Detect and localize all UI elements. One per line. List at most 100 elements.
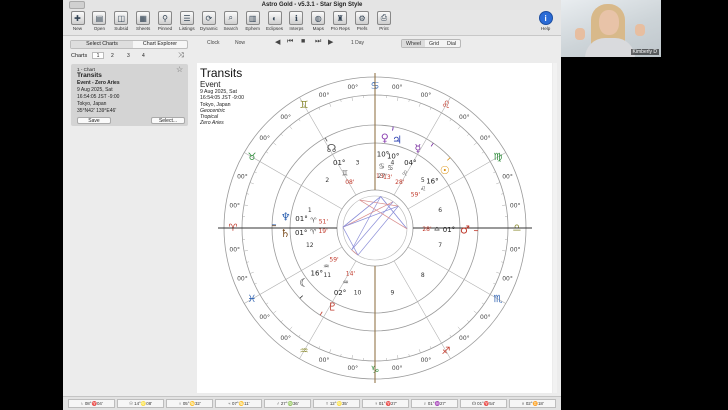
degree-tick [500,261,504,263]
toolbar-search-button[interactable]: ⌕ Search [220,11,241,31]
save-button[interactable]: Save [77,117,111,124]
sign-sagittarius-icon: ♐ [442,346,451,357]
toolbar-pro-reps-button[interactable]: ♜ Pro Reps [330,11,351,31]
toolbar-dynamic-button[interactable]: ⟳ Dynamic [198,11,219,31]
tab-select-charts[interactable]: Select Charts [71,41,133,48]
ephemeris-cell[interactable]: ☿ 12°♌35' [313,399,360,408]
star-icon[interactable]: ☆ [176,65,183,74]
vertical-scrollbar[interactable] [553,63,557,393]
chart-slot-2[interactable]: 2 [111,53,114,59]
participant-video: Kimberly D [561,0,661,57]
toolbar-open-button[interactable]: ▤ Open [89,11,110,31]
ephemeris-cell[interactable]: ♇ 01°♒27' [411,399,458,408]
skip-forward-button[interactable]: ⏭ [315,38,321,46]
toolbar-label: Ephem [245,26,260,31]
charts-label: Charts [71,53,88,59]
toolbar-sheets-button[interactable]: ▦ Sheets [133,11,154,31]
planet-saturn-sign: ♈ [310,228,317,236]
toolbar-label: Print [379,26,389,31]
step-forward-button[interactable]: ▶ [328,38,333,46]
title-bar: Astro Gold - v5.3.1 - Star Sign Style [63,0,561,10]
tab-wheel[interactable]: Wheel [402,40,426,47]
toolbar-ephem-button[interactable]: ▥ Ephem [242,11,263,31]
chart-card[interactable]: 1 - Chart Transits Event - Zero Aries 9 … [71,64,188,126]
chart-card-title: Transits [77,72,102,79]
house-number-2: 2 [325,177,329,184]
ephemeris-cell[interactable]: ☊ 01°♈54' [460,399,507,408]
cusp-degree-label: 00° [510,202,521,209]
planet-neptune-minutes: 51' [319,218,329,225]
chart-wheel[interactable]: ♈00°00°1♉00°00°2♊00°00°3♋00° 00°4♌00°00°5… [197,63,552,393]
planet-saturn-minutes: 19' [318,228,328,235]
planet-moon-icon: ☾ [299,277,309,290]
degree-tick [429,107,432,110]
cusp-degree-label: 00° [392,365,403,372]
ephemeris-cell[interactable]: ♄ 08°♈04' [68,399,115,408]
toolbar-maps-button[interactable]: ◍ Maps [308,11,329,31]
toolbar-interps-button[interactable]: ℹ Interps [286,11,307,31]
screen: Astro Gold - v5.3.1 - Star Sign Style ✚ N… [0,0,728,410]
planet-pluto-sign: ♒ [343,279,349,287]
planet-pluto-icon: ♇ [328,300,338,313]
toolbar-subsid-button[interactable]: ◫ Subsid [111,11,132,31]
ephemeris-cell[interactable]: ♀ 05°♋32' [166,399,213,408]
degree-tick [429,346,432,349]
toolbar-label: Dynamic [199,26,218,31]
sidebar-toggle-button[interactable] [69,1,85,9]
toolbar-help-button[interactable]: i Help [535,11,556,31]
toolbar-print-button[interactable]: ⎙ Print [373,11,394,31]
ephemeris-cell[interactable]: ☉ 14°♌08' [117,399,164,408]
sign-gemini-icon: ♊ [300,100,309,111]
tab-chart-explorer[interactable]: Chart Explorer [133,41,187,48]
sidebar-tabs: Select Charts Chart Explorer [70,40,188,49]
now-button[interactable]: Now [235,40,245,46]
clock-button[interactable]: Clock [207,40,220,46]
planet-tick [299,295,303,299]
planet-jupiter-sign: ♋ [387,164,393,172]
chart-slot-3[interactable]: 3 [127,53,130,59]
degree-tick [467,320,470,323]
interval-select[interactable]: 1 Day [351,40,364,46]
cusp-minute-label: 00° [421,357,432,364]
tab-grid[interactable]: Grid [425,40,443,47]
degree-tick [501,204,507,206]
degree-tick [265,302,269,305]
toolbar-label: Search [223,26,239,31]
planet-north-node-sign: ♊ [342,170,348,178]
toolbar-new-button[interactable]: ✚ New [67,11,88,31]
cusp-minute-label: 00° [280,335,291,342]
planet-moon-minutes: 59' [329,257,339,264]
interpretations-icon: ℹ [289,11,304,25]
chart-slot-1[interactable]: 1 [92,52,104,59]
planet-neptune-degree: 01° [295,215,307,223]
planet-north-node-degree: 01° [333,159,345,167]
degree-tick [481,302,485,305]
degree-tick [289,125,293,130]
planet-mars-degree: 01° [443,226,455,234]
participant-hand-left [575,28,585,40]
tab-dial[interactable]: Dial [443,40,460,47]
open-folder-icon: ▤ [92,11,107,25]
degree-tick [408,99,410,103]
toolbar-pinned-button[interactable]: ⚲ Pinned [155,11,176,31]
ephemeris-cell[interactable]: ♂ 27°♍36' [264,399,311,408]
toolbar-label: Subsid [114,26,129,31]
toolbar-prefs-button[interactable]: ⚙ Prefs [352,11,373,31]
toolbar-eclipses-button[interactable]: ◐ Eclipses [264,11,285,31]
ephemeris-cell[interactable]: ♃ 07°♋11' [215,399,262,408]
ephemeris-cell[interactable]: ♆ 01°♈27' [362,399,409,408]
shuffle-icon[interactable]: ⤨ [178,52,184,60]
toolbar-listings-button[interactable]: ☰ Listings [176,11,197,31]
window-title: Astro Gold - v5.3.1 - Star Sign Style [261,2,363,8]
degree-tick [500,193,504,195]
house-number-8: 8 [421,272,425,279]
help-icon: i [538,11,553,25]
degree-tick [351,354,353,360]
step-back-button[interactable]: ◀ [275,38,280,46]
chart-slot-4[interactable]: 4 [142,53,145,59]
select-chart-button[interactable]: Select... [151,117,185,124]
ephemeris-cell[interactable]: ♅ 02°♊18' [509,399,556,408]
skip-back-button[interactable]: ⏮ [287,38,293,46]
list-icon: ☰ [179,11,194,25]
stop-button[interactable]: ■ [301,38,305,45]
